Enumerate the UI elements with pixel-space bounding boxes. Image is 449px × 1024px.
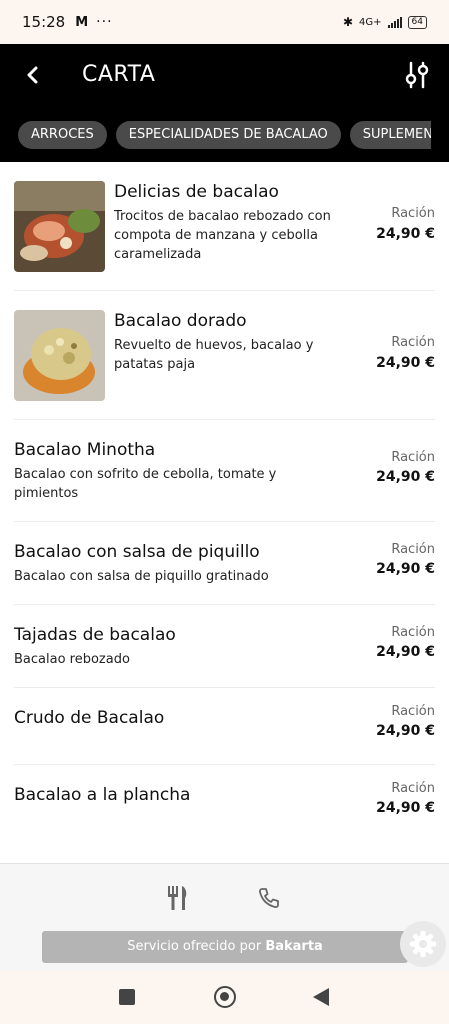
dish-unit: Ración xyxy=(391,542,435,557)
gear-icon[interactable] xyxy=(400,921,446,967)
category-tabs: ARROCES ESPECIALIDADES DE BACALAO SUPLEM… xyxy=(18,121,431,149)
service-banner: Servicio ofrecido por Bakarta xyxy=(42,931,408,963)
dish-price: 24,90 € xyxy=(376,723,435,739)
dish-unit: Ración xyxy=(391,625,435,640)
network-label: 4G+ xyxy=(359,16,382,28)
system-nav-bar xyxy=(0,970,449,1024)
dish-price: 24,90 € xyxy=(376,644,435,660)
cutlery-icon[interactable] xyxy=(166,884,190,912)
menu-item[interactable]: Bacalao dorado Revuelto de huevos, bacal… xyxy=(14,291,435,420)
back-arrow-icon[interactable] xyxy=(22,62,44,88)
filter-sliders-icon[interactable] xyxy=(403,60,431,90)
menu-item[interactable]: Tajadas de bacalao Bacalao rebozado Raci… xyxy=(14,605,435,688)
dish-description: Bacalao con salsa de piquillo gratinado xyxy=(14,569,269,584)
service-prefix: Servicio ofrecido por xyxy=(127,939,262,954)
more-notifications-icon: ··· xyxy=(96,14,113,30)
gmail-icon: M xyxy=(75,14,89,30)
menu-item[interactable]: Bacalao a la plancha Ración 24,90 € xyxy=(14,765,435,842)
page-title: CARTA xyxy=(82,62,156,87)
back-triangle-icon[interactable] xyxy=(313,988,329,1006)
bluetooth-icon: ✱ xyxy=(342,15,354,29)
menu-list: Delicias de bacalao Trocitos de bacalao … xyxy=(0,162,449,842)
square-nav-icon[interactable] xyxy=(119,989,135,1005)
dish-description: Trocitos de bacalao rebozado con compota… xyxy=(114,209,331,262)
signal-icon xyxy=(387,16,402,28)
dish-unit: Ración xyxy=(391,781,435,796)
dish-description: Bacalao rebozado xyxy=(14,652,130,667)
tab-especialidades-de-bacalao[interactable]: ESPECIALIDADES DE BACALAO xyxy=(115,121,341,149)
dish-name: Crudo de Bacalao xyxy=(14,708,165,728)
dish-name: Bacalao dorado xyxy=(114,311,247,331)
dish-unit: Ración xyxy=(391,206,435,221)
tab-arroces[interactable]: ARROCES xyxy=(18,121,107,149)
dish-price: 24,90 € xyxy=(376,469,435,485)
dish-name: Delicias de bacalao xyxy=(114,182,279,202)
phone-icon[interactable] xyxy=(257,886,281,910)
dish-name: Bacalao a la plancha xyxy=(14,785,191,805)
dish-name: Bacalao Minotha xyxy=(14,440,156,460)
status-bar: 15:28 M ··· ✱ 4G+ 64 xyxy=(0,0,449,44)
home-circle-icon[interactable] xyxy=(214,986,236,1008)
menu-item[interactable]: Crudo de Bacalao Ración 24,90 € xyxy=(14,688,435,765)
app-header: CARTA ARROCES ESPECIALIDADES DE BACALAO … xyxy=(0,44,449,162)
dish-price: 24,90 € xyxy=(376,561,435,577)
dish-photo xyxy=(14,310,105,401)
app-footer: Servicio ofrecido por Bakarta xyxy=(0,863,449,970)
menu-item[interactable]: Bacalao con salsa de piquillo Bacalao co… xyxy=(14,522,435,605)
dish-photo xyxy=(14,181,105,272)
dish-name: Tajadas de bacalao xyxy=(14,625,176,645)
dish-price: 24,90 € xyxy=(376,355,435,371)
footer-icons xyxy=(0,884,449,914)
menu-item[interactable]: Bacalao Minotha Bacalao con sofrito de c… xyxy=(14,420,435,522)
status-time: 15:28 xyxy=(22,13,66,31)
service-brand: Bakarta xyxy=(265,939,323,954)
dish-name: Bacalao con salsa de piquillo xyxy=(14,542,260,562)
dish-price: 24,90 € xyxy=(376,226,435,242)
dish-unit: Ración xyxy=(391,704,435,719)
dish-price: 24,90 € xyxy=(376,800,435,816)
battery-icon: 64 xyxy=(407,15,427,29)
dish-unit: Ración xyxy=(391,450,435,465)
menu-item[interactable]: Delicias de bacalao Trocitos de bacalao … xyxy=(14,162,435,291)
dish-description: Bacalao con sofrito de cebolla, tomate y… xyxy=(14,467,277,501)
dish-unit: Ración xyxy=(391,335,435,350)
tab-suplementos[interactable]: SUPLEMEN xyxy=(349,121,431,149)
dish-description: Revuelto de huevos, bacalao y patatas pa… xyxy=(114,338,314,372)
